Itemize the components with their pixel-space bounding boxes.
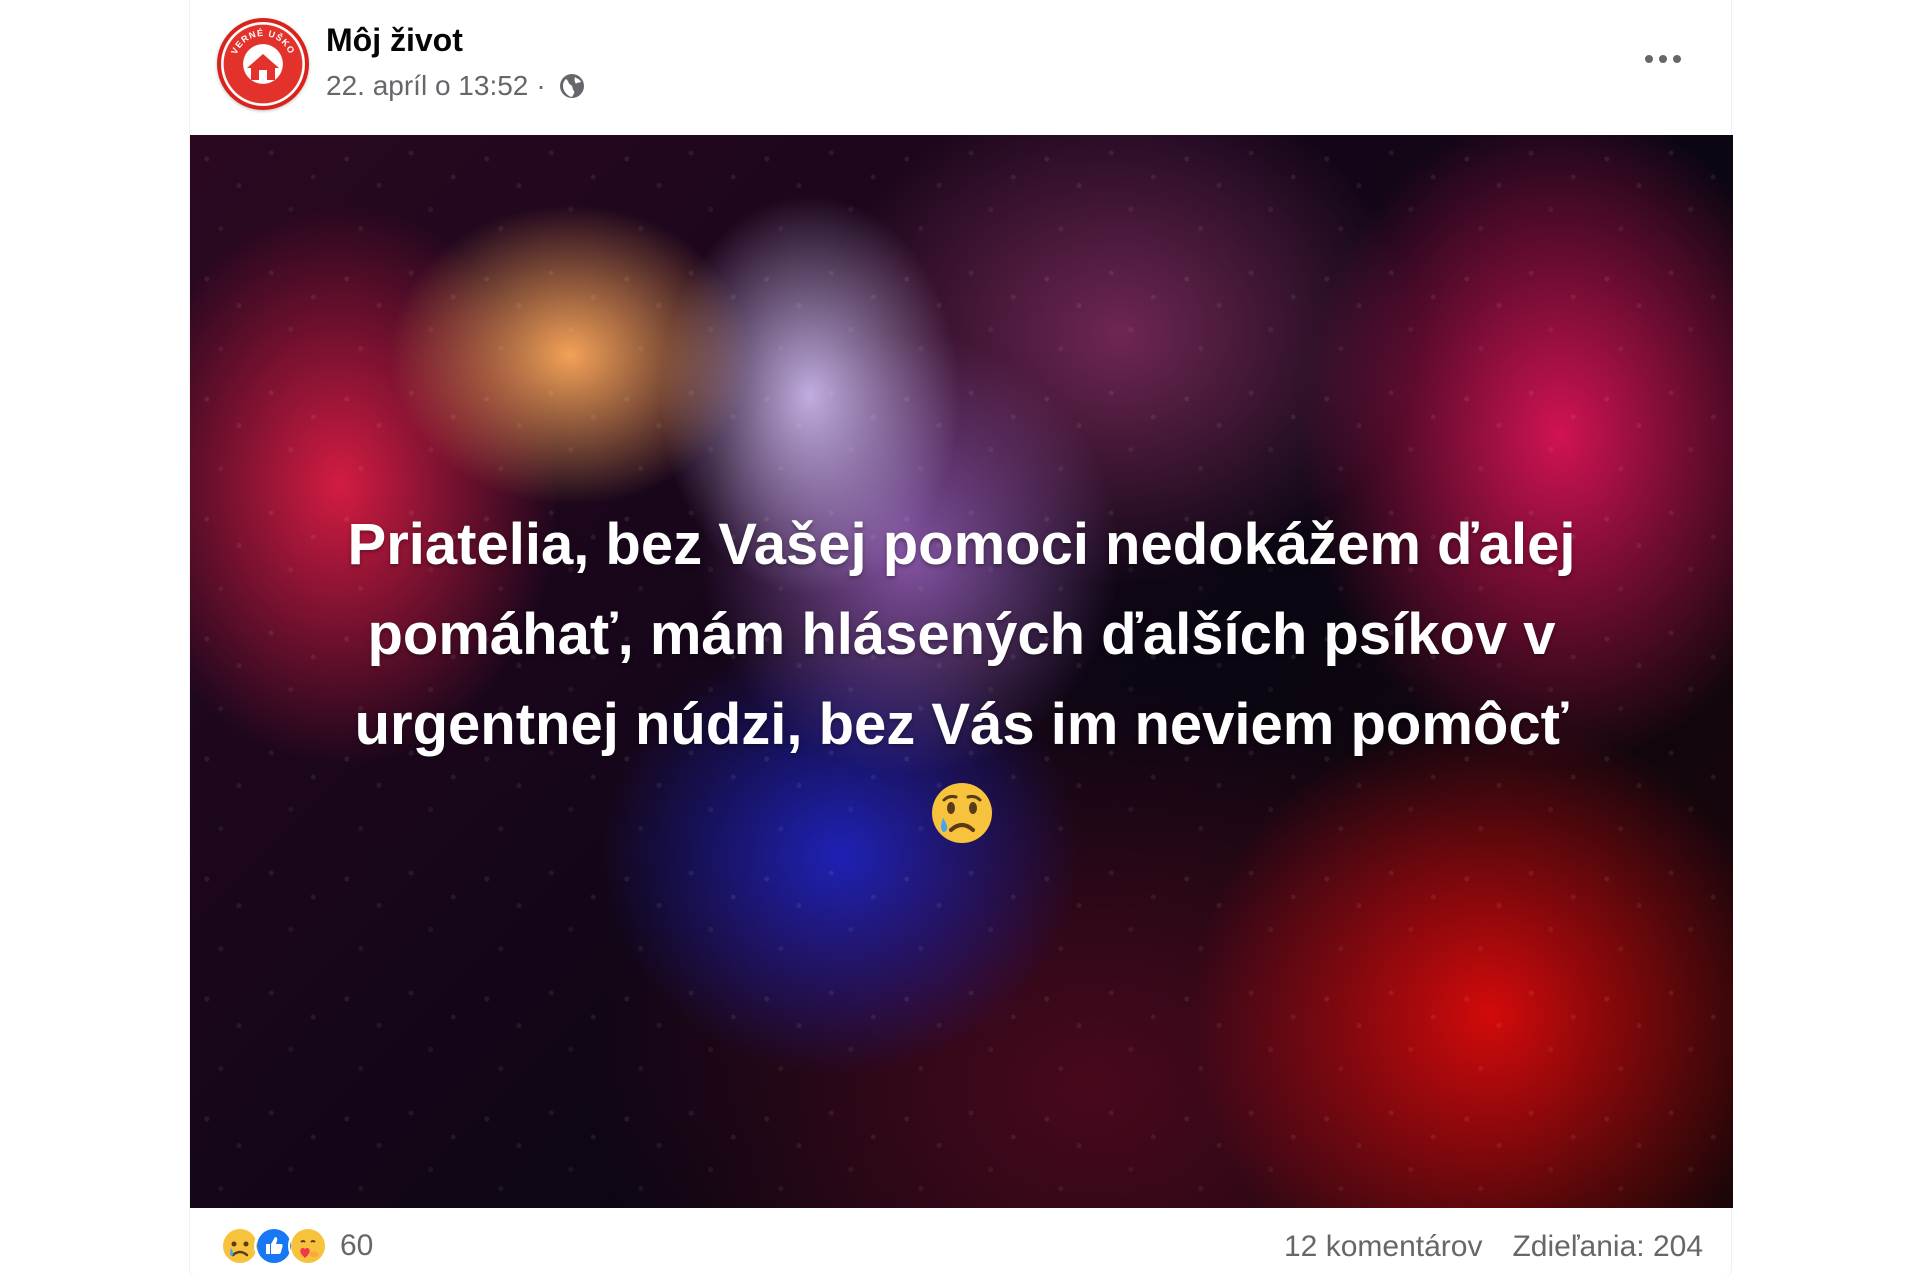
reactions-summary[interactable]: 60 xyxy=(220,1226,373,1266)
globe-icon xyxy=(559,74,584,98)
post-text-line: urgentnej núdzi, bez Vás im neviem pomôc… xyxy=(354,692,1569,757)
svg-text:VERNÉ UŠKO: VERNÉ UŠKO xyxy=(229,28,297,56)
more-options-button[interactable] xyxy=(1638,44,1688,74)
page-avatar[interactable]: VERNÉ UŠKO xyxy=(217,18,309,110)
meta-separator: · xyxy=(536,70,546,101)
post-image[interactable]: Priatelia, bez Vašej pomoci nedokážem ďa… xyxy=(190,135,1733,1208)
post-text-line: pomáhať, mám hlásených ďalších psíkov v xyxy=(367,602,1556,667)
post-header: VERNÉ UŠKO Môj život 22. apríl o 13:52 · xyxy=(190,0,1731,135)
post-meta: 22. apríl o 13:52 · xyxy=(326,70,586,102)
crying-face-emoji-icon xyxy=(931,783,992,843)
post-text: Priatelia, bez Vašej pomoci nedokážem ďa… xyxy=(250,500,1673,846)
house-logo-icon: VERNÉ UŠKO xyxy=(229,28,297,80)
more-dot-icon xyxy=(1673,55,1681,63)
reaction-count: 60 xyxy=(340,1229,374,1262)
more-dot-icon xyxy=(1659,55,1667,63)
post-footer: 60 12 komentárov Zdieľania: 204 xyxy=(190,1208,1731,1279)
page-name[interactable]: Môj život xyxy=(326,22,463,59)
care-reaction-icon xyxy=(288,1226,328,1266)
post-card: VERNÉ UŠKO Môj život 22. apríl o 13:52 ·… xyxy=(189,0,1733,1279)
post-date[interactable]: 22. apríl o 13:52 xyxy=(326,70,528,102)
post-text-line: Priatelia, bez Vašej pomoci nedokážem ďa… xyxy=(347,512,1576,577)
post-stats: 12 komentárov Zdieľania: 204 xyxy=(1284,1230,1703,1264)
shares-count-link[interactable]: Zdieľania: 204 xyxy=(1512,1230,1703,1264)
comments-count-link[interactable]: 12 komentárov xyxy=(1284,1230,1482,1264)
more-dot-icon xyxy=(1645,55,1653,63)
